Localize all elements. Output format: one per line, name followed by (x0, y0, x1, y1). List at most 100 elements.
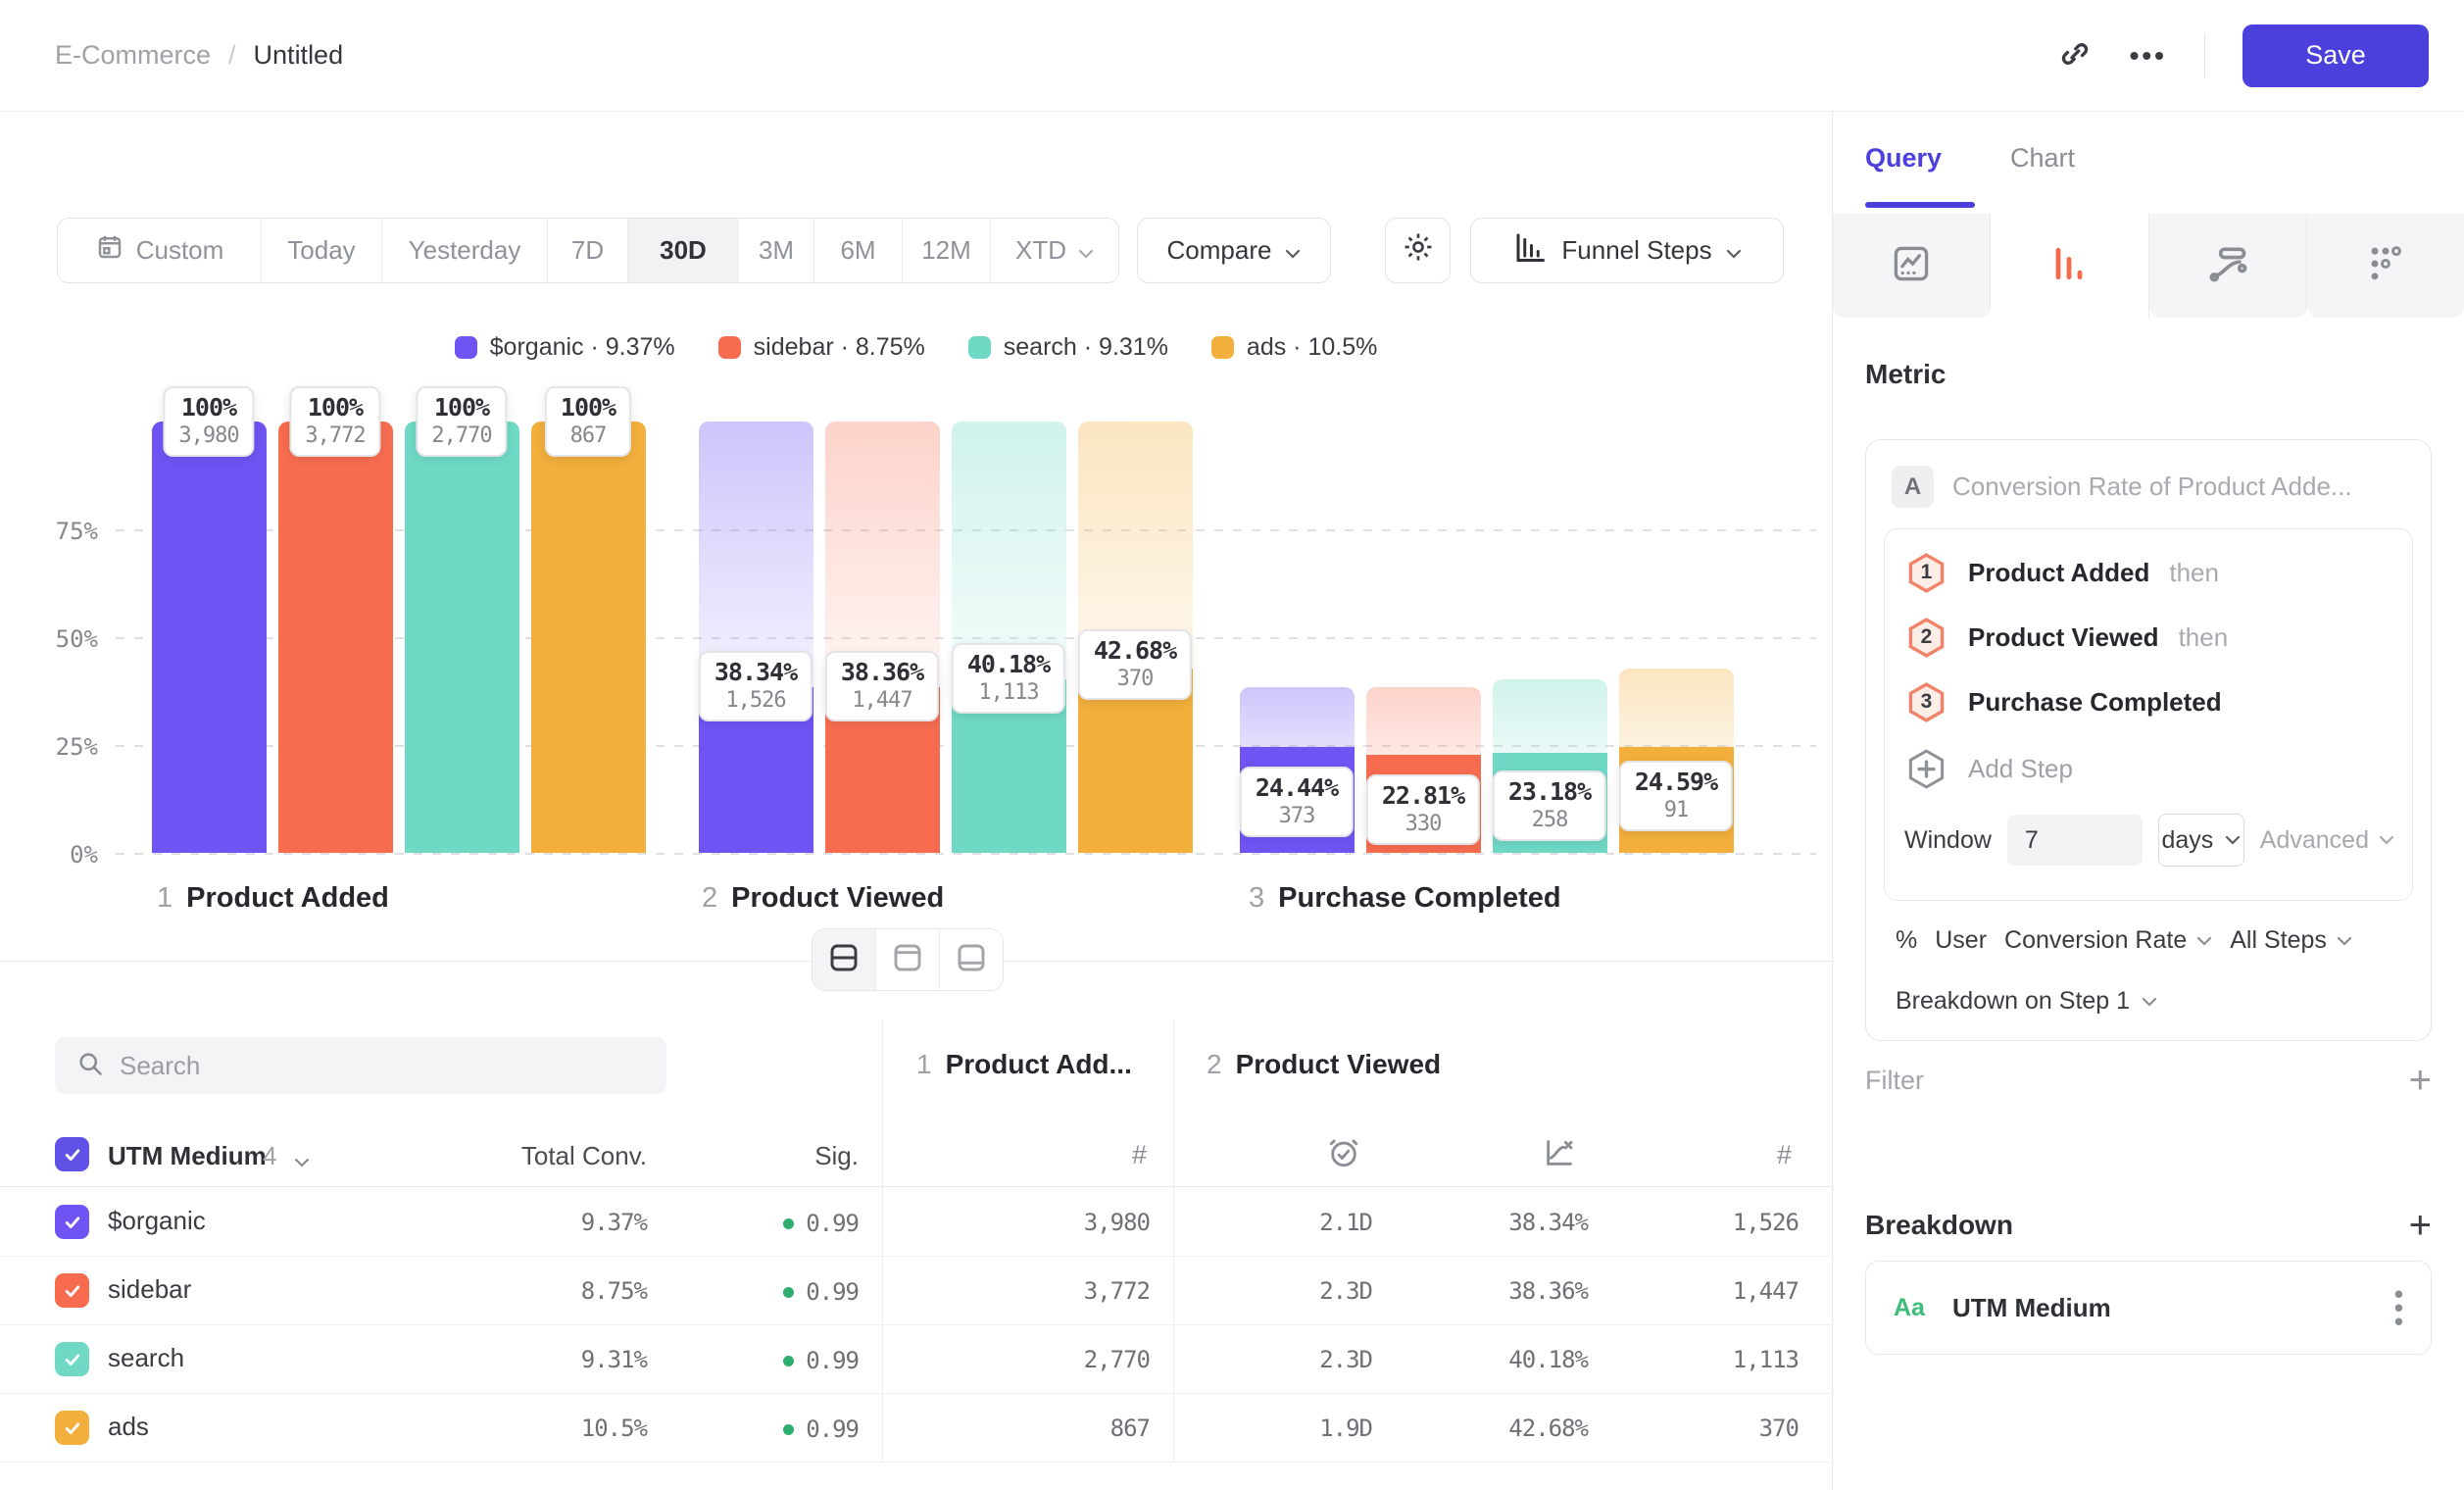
entity-selector[interactable]: User (1935, 926, 1987, 955)
funnel-step-1[interactable]: 1 Product Added then (1904, 547, 2219, 598)
chart-type-tabs (1833, 214, 2464, 318)
range-6m[interactable]: 6M (814, 219, 903, 282)
legend-item-sidebar[interactable]: sidebar · 8.75% (718, 333, 925, 362)
add-step-button[interactable]: Add Step (1904, 743, 2073, 794)
chevron-down-icon (1078, 235, 1094, 266)
y-axis-tick-0: 0% (8, 841, 98, 869)
select-all-checkbox[interactable] (55, 1137, 89, 1171)
compare-button[interactable]: Compare (1137, 218, 1331, 283)
conversion-pct: 40.18% (1508, 1346, 1588, 1373)
breakdown-count: 4 (263, 1141, 276, 1171)
search-input[interactable] (120, 1051, 645, 1081)
conversion-pct: 38.34% (1508, 1209, 1588, 1236)
breakdown-item[interactable]: Aa UTM Medium ••• (1865, 1261, 2432, 1355)
chart-settings-button[interactable] (1385, 218, 1451, 283)
bar-value-chip: 38.34% 1,526 (699, 651, 813, 721)
layout-table-only-button[interactable] (940, 929, 1003, 990)
add-breakdown-button[interactable]: + (2409, 1206, 2432, 1245)
chart-type-button[interactable]: Funnel Steps (1470, 218, 1784, 283)
row-checkbox[interactable] (55, 1273, 89, 1308)
chart-type-funnel-tab[interactable] (1991, 214, 2148, 318)
conversion-rate-icon[interactable] (1543, 1136, 1576, 1176)
gear-icon (1402, 230, 1435, 271)
breakdown-on-step-selector[interactable]: Breakdown on Step 1 (1896, 987, 2157, 1016)
active-tab-underline (1865, 202, 1975, 208)
breakdown-label: Breakdown (1865, 1210, 2013, 1241)
bar-value-chip: 40.18% 1,113 (952, 643, 1065, 714)
metric-type-selector[interactable]: Conversion Rate (2004, 926, 2212, 955)
y-axis-tick-50: 50% (8, 625, 98, 653)
table-row-search[interactable]: search 9.31% 0.99 2,770 2.3D 40.18% 1,11… (0, 1325, 1833, 1394)
total-conv-header[interactable]: Total Conv. (521, 1141, 647, 1171)
bar-value-chip: 100% 867 (545, 386, 631, 457)
funnel-step-2[interactable]: 2 Product Viewed then (1904, 612, 2228, 663)
sig-header[interactable]: Sig. (814, 1141, 859, 1171)
window-value-input[interactable] (2007, 815, 2143, 866)
metric-name[interactable]: Conversion Rate of Product Adde... (1952, 472, 2352, 502)
range-custom[interactable]: Custom (58, 219, 262, 282)
kebab-menu-icon[interactable]: ••• (2394, 1287, 2403, 1329)
range-12m[interactable]: 12M (903, 219, 991, 282)
range-7d[interactable]: 7D (548, 219, 628, 282)
funnel-bar-step1-organic[interactable] (152, 422, 267, 853)
tab-query[interactable]: Query (1865, 143, 1942, 174)
chevron-down-icon (1285, 235, 1301, 266)
range-xtd[interactable]: XTD (991, 219, 1118, 282)
advanced-toggle[interactable]: Advanced (2260, 826, 2394, 855)
more-options-button[interactable]: ••• (2130, 40, 2167, 72)
range-yesterday[interactable]: Yesterday (382, 219, 548, 282)
table-row-organic[interactable]: $organic 9.37% 0.99 3,980 2.1D 38.34% 1,… (0, 1188, 1833, 1257)
chart-type-line-tab[interactable] (1833, 214, 1991, 318)
table-row-ads[interactable]: ads 10.5% 0.99 867 1.9D 42.68% 370 (0, 1394, 1833, 1463)
layout-chart-only-button[interactable] (876, 929, 940, 990)
funnel-bar-step1-search[interactable] (405, 422, 519, 853)
page-title[interactable]: Untitled (254, 40, 344, 71)
count-metric-icon[interactable]: # (1132, 1140, 1147, 1170)
breakdown-column-header[interactable]: UTM Medium (108, 1141, 267, 1171)
range-xtd-label: XTD (1015, 235, 1066, 266)
metric-card: A Conversion Rate of Product Adde... 1 P… (1865, 439, 2432, 1041)
window-unit-select[interactable]: days (2158, 814, 2244, 867)
layout-split-button[interactable] (813, 929, 876, 990)
row-label: $organic (108, 1206, 206, 1236)
scope-selector[interactable]: All Steps (2230, 926, 2352, 955)
row-checkbox[interactable] (55, 1205, 89, 1239)
legend-item-organic[interactable]: $organic · 9.37% (455, 333, 675, 362)
add-filter-button[interactable]: + (2409, 1061, 2432, 1100)
row-checkbox[interactable] (55, 1411, 89, 1445)
chart-type-retention-tab[interactable] (2307, 214, 2464, 318)
time-to-convert-icon[interactable] (1327, 1136, 1360, 1176)
breadcrumb-project[interactable]: E-Commerce (55, 40, 211, 71)
legend-label: sidebar · 8.75% (754, 333, 925, 362)
funnel-bar-step1-ads[interactable] (531, 422, 646, 853)
count-metric-icon[interactable]: # (1777, 1140, 1792, 1170)
chart-type-flow-tab[interactable] (2149, 214, 2307, 318)
save-button[interactable]: Save (2242, 25, 2429, 87)
significance-dot (783, 1424, 794, 1435)
topbar-divider (2204, 34, 2205, 77)
table-search (55, 1037, 666, 1094)
range-today[interactable]: Today (262, 219, 382, 282)
legend-item-ads[interactable]: ads · 10.5% (1211, 333, 1377, 362)
row-checkbox[interactable] (55, 1342, 89, 1376)
legend-item-search[interactable]: search · 9.31% (968, 333, 1168, 362)
funnel-bar-step1-sidebar[interactable] (278, 422, 393, 853)
share-link-button[interactable] (2057, 36, 2093, 74)
total-conv-value: 9.31% (581, 1346, 647, 1373)
time-to-convert: 2.3D (1319, 1277, 1372, 1305)
range-3m[interactable]: 3M (739, 219, 814, 282)
significance-dot (783, 1218, 794, 1229)
filter-section: Filter + (1865, 1061, 2432, 1100)
chevron-down-icon[interactable] (294, 1146, 310, 1174)
range-30d-active[interactable]: 30D (628, 219, 739, 282)
tab-chart[interactable]: Chart (2010, 143, 2075, 174)
main-content: Custom Today Yesterday 7D 30D 3M 6M 12M … (0, 112, 2464, 1490)
bar-value-chip: 23.18% 258 (1493, 770, 1606, 841)
chevron-down-icon (1726, 235, 1742, 266)
total-conv-value: 10.5% (581, 1415, 647, 1442)
line-chart-icon (1890, 242, 1933, 290)
funnel-step-3[interactable]: 3 Purchase Completed (1904, 676, 2242, 727)
step1-count: 3,772 (1084, 1277, 1150, 1305)
step-number-badge: 1 (1904, 551, 1948, 595)
table-row-sidebar[interactable]: sidebar 8.75% 0.99 3,772 2.3D 38.36% 1,4… (0, 1257, 1833, 1325)
